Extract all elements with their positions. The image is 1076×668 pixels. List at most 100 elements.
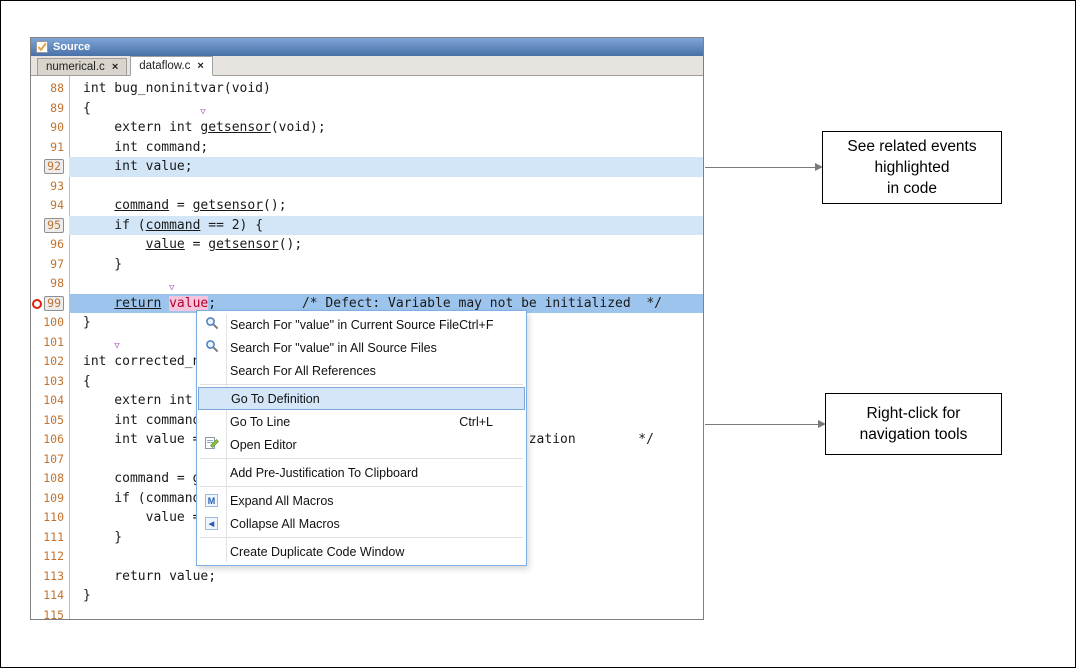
- line-gutter: 88: [31, 79, 69, 99]
- code-segment: int bug_noninitvar(void): [83, 81, 271, 96]
- tab-dataflow-c[interactable]: dataflow.c ×: [130, 56, 213, 76]
- code-text[interactable]: extern int getsensor(void); ▽: [69, 108, 703, 138]
- linked-token[interactable]: command: [114, 198, 169, 213]
- code-text[interactable]: [69, 606, 703, 620]
- line-gutter: 94: [31, 196, 69, 216]
- menu-item-label: Add Pre-Justification To Clipboard: [230, 465, 419, 480]
- tooltip-marker-icon[interactable]: ▽: [114, 76, 119, 78]
- line-gutter: 95: [31, 216, 69, 236]
- linked-token[interactable]: value: [146, 237, 185, 252]
- code-text[interactable]: int bug_noninitvar(void) ▽: [69, 76, 703, 99]
- code-line-95: 95 if (command == 2) {: [31, 215, 703, 236]
- line-number: 91: [50, 139, 64, 154]
- code-segment: == 2) {: [200, 217, 264, 233]
- linked-token[interactable]: getsensor: [193, 198, 263, 213]
- code-segment: int value;: [83, 159, 193, 174]
- menu-item-expand-all-macros[interactable]: M Expand All Macros: [198, 489, 525, 512]
- defect-marker-icon[interactable]: [32, 298, 42, 309]
- code-text[interactable]: [69, 274, 703, 294]
- code-segment: int value =: [83, 432, 209, 447]
- line-number: 93: [50, 178, 64, 193]
- open-editor-icon: [204, 436, 219, 453]
- code-line-91: 91 int command;: [31, 138, 703, 158]
- callout-text-line: in code: [887, 180, 937, 197]
- line-number: 89: [50, 100, 64, 115]
- menu-item-search-for-value-in-all-source-files[interactable]: Search For "value" in All Source Files: [198, 336, 525, 359]
- tooltip-marker-icon[interactable]: ▽: [169, 283, 174, 293]
- window-titlebar[interactable]: Source: [31, 38, 703, 56]
- code-text[interactable]: int value;: [69, 157, 703, 177]
- code-segment: extern int g: [83, 393, 209, 408]
- menu-item-add-pre-justification-to-clipboard[interactable]: Add Pre-Justification To Clipboard: [198, 461, 525, 484]
- search-icon: [205, 316, 219, 333]
- menu-separator: [200, 384, 523, 385]
- line-number: 92: [44, 159, 64, 175]
- callout-related-events: See related events highlighted in code: [822, 131, 1002, 204]
- menu-item-label: Expand All Macros: [230, 493, 334, 508]
- line-number: 94: [50, 198, 64, 212]
- code-text[interactable]: int command;: [69, 138, 703, 158]
- menu-item-label: Go To Line: [230, 414, 291, 429]
- line-gutter: 115: [31, 606, 69, 620]
- line-number: 90: [50, 120, 64, 134]
- code-segment: =: [169, 198, 193, 213]
- menu-item-go-to-definition[interactable]: Go To Definition: [198, 387, 525, 410]
- linked-token[interactable]: getsensor: [208, 237, 278, 252]
- tooltip-marker-icon[interactable]: ▽: [200, 108, 205, 117]
- code-text[interactable]: {: [69, 99, 703, 119]
- line-number: 110: [43, 510, 64, 524]
- menu-item-label: Create Duplicate Code Window: [230, 544, 405, 559]
- menu-item-search-for-all-references[interactable]: Search For All References: [198, 359, 525, 382]
- line-number: 113: [43, 568, 64, 583]
- code-text[interactable]: }: [69, 586, 703, 606]
- line-gutter: 93: [31, 177, 69, 197]
- line-gutter: 91: [31, 138, 69, 158]
- code-line-92: 92 int value;: [31, 157, 703, 177]
- line-number: 106: [43, 432, 64, 446]
- line-number: 104: [43, 393, 64, 407]
- tab-close-icon[interactable]: ×: [112, 61, 118, 73]
- line-number: 111: [43, 529, 64, 544]
- line-gutter: 104: [31, 391, 69, 411]
- menu-item-collapse-all-macros[interactable]: ◀ Collapse All Macros: [198, 512, 525, 535]
- code-text[interactable]: if (command == 2) {: [69, 215, 703, 235]
- menu-item-label: Collapse All Macros: [230, 516, 340, 531]
- line-number: 114: [43, 588, 64, 602]
- line-gutter: 112: [31, 547, 69, 567]
- code-line-115: 115: [31, 606, 703, 620]
- line-number: 112: [43, 549, 64, 563]
- line-gutter: 113: [31, 567, 69, 587]
- tab-bar: numerical.c × dataflow.c ×: [31, 56, 703, 76]
- line-number: 107: [43, 451, 64, 466]
- code-text[interactable]: value = getsensor();: [69, 235, 703, 255]
- tab-close-icon[interactable]: ×: [197, 60, 203, 72]
- code-segment: {: [83, 100, 91, 116]
- line-number: 102: [43, 354, 64, 368]
- menu-item-search-for-value-in-current-source-file[interactable]: Search For "value" in Current Source Fil…: [198, 313, 525, 336]
- code-text[interactable]: [69, 177, 703, 197]
- callout-navigation-tools: Right-click for navigation tools: [825, 393, 1002, 455]
- menu-item-label: Open Editor: [230, 437, 297, 452]
- code-text[interactable]: command = getsensor();: [69, 196, 703, 216]
- menu-item-go-to-line[interactable]: Go To Line Ctrl+L: [198, 410, 525, 433]
- line-gutter: 114: [31, 586, 69, 606]
- linked-token[interactable]: getsensor: [200, 120, 270, 135]
- tooltip-marker-icon[interactable]: ▽: [114, 342, 119, 351]
- menu-item-create-duplicate-code-window[interactable]: Create Duplicate Code Window: [198, 540, 525, 563]
- menu-separator: [200, 537, 523, 538]
- code-text[interactable]: }: [69, 255, 703, 275]
- tab-numerical-c[interactable]: numerical.c ×: [37, 58, 128, 75]
- linked-token[interactable]: return: [114, 296, 161, 311]
- code-segment: ();: [278, 237, 303, 252]
- code-segment: if (: [83, 217, 146, 233]
- code-segment: =: [184, 237, 209, 252]
- menu-item-open-editor[interactable]: Open Editor: [198, 433, 525, 456]
- linked-token[interactable]: command: [146, 218, 201, 233]
- defect-token[interactable]: value: [169, 295, 209, 311]
- code-segment: zation */: [528, 432, 654, 447]
- code-text[interactable]: return value;: [69, 567, 703, 587]
